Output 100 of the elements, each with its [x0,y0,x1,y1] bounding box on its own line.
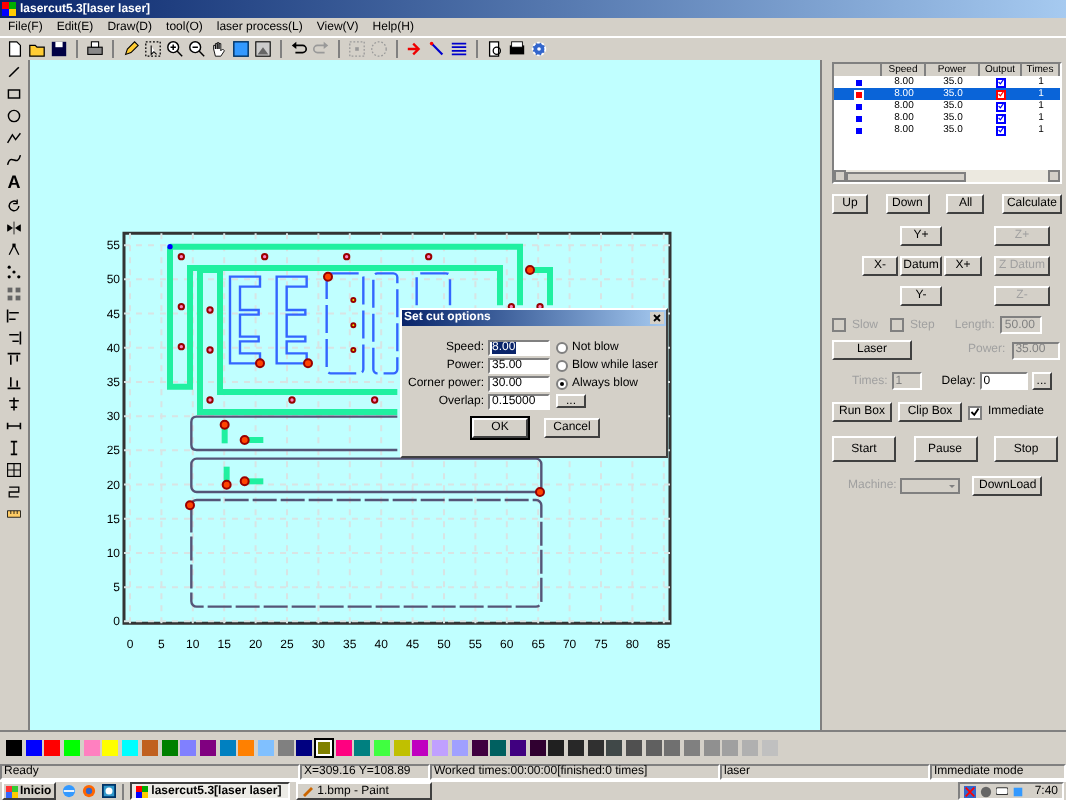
checkbox[interactable] [968,405,982,419]
dotted-frame-icon[interactable] [370,40,388,58]
dots-icon[interactable] [6,264,22,280]
output-checkbox[interactable] [996,77,1006,87]
array-icon[interactable] [6,286,22,302]
radio-button[interactable] [556,360,568,372]
horizontal-scrollbar[interactable] [834,170,1060,182]
measure-icon[interactable] [6,506,22,522]
select-icon[interactable] [144,40,162,58]
zoom-out-icon[interactable] [188,40,206,58]
color-swatch[interactable] [238,740,255,756]
output-checkbox[interactable] [996,101,1006,111]
color-swatch[interactable] [161,740,177,756]
radio-button[interactable] [556,342,568,354]
color-swatch[interactable] [626,740,642,756]
color-swatch[interactable] [451,740,468,756]
color-swatch[interactable] [490,740,507,756]
color-swatch[interactable] [335,740,352,756]
color-swatch[interactable] [529,740,546,756]
same-height-icon[interactable] [6,440,22,456]
color-swatch[interactable] [703,740,720,756]
color-swatch[interactable] [354,740,371,756]
color-swatch[interactable] [684,740,701,756]
color-swatch[interactable] [277,740,294,756]
color-swatch[interactable] [587,740,604,756]
message-icon[interactable] [996,785,1009,797]
rectangle-tool-icon[interactable] [6,86,22,102]
same-width-icon[interactable] [6,418,22,434]
card-icon[interactable] [508,40,526,58]
color-swatch[interactable] [44,740,61,756]
new-file-icon[interactable] [6,40,24,58]
color-swatch[interactable] [316,740,332,756]
desktop-icon[interactable] [101,784,116,798]
undo-icon[interactable] [290,40,308,58]
gear-icon[interactable] [530,40,548,58]
mirror-icon[interactable] [6,220,22,236]
output-checkbox[interactable] [996,113,1006,123]
color-swatch[interactable] [25,740,42,756]
node-edit-icon[interactable] [6,242,22,258]
circle-tool-icon[interactable] [6,108,22,124]
color-swatch[interactable] [296,740,313,756]
column-header[interactable] [834,64,882,76]
speaker-icon[interactable] [980,785,993,797]
color-swatch[interactable] [664,740,681,756]
output-checkbox[interactable] [996,125,1006,135]
color-swatch[interactable] [374,740,391,756]
cut-order-icon[interactable] [6,484,22,500]
align-top-icon[interactable] [6,352,22,368]
color-swatch[interactable] [567,740,584,756]
color-swatch[interactable] [761,740,778,756]
rotate-icon[interactable] [6,198,22,214]
color-swatch[interactable] [606,740,623,756]
marker-dot [350,322,357,329]
color-swatch[interactable] [83,740,100,756]
color-swatch[interactable] [722,740,739,756]
color-swatch[interactable] [141,740,158,756]
save-icon[interactable] [50,40,68,58]
color-swatch[interactable] [102,740,119,756]
center-icon[interactable] [6,396,22,412]
square-icon[interactable] [232,40,250,58]
picture-icon[interactable] [254,40,272,58]
color-swatch[interactable] [548,740,565,756]
network-error-icon[interactable] [964,785,977,797]
polyline-tool-icon[interactable] [6,130,22,146]
color-swatch[interactable] [412,740,429,756]
color-swatch[interactable] [393,740,410,756]
dotted-grid-icon[interactable] [348,40,366,58]
grid-icon[interactable] [6,462,22,478]
print-icon[interactable] [86,40,104,58]
color-swatch[interactable] [122,740,139,756]
color-swatch[interactable] [219,740,236,756]
color-swatch[interactable] [64,740,81,756]
output-checkbox[interactable] [996,89,1006,99]
browser-icon[interactable] [61,784,76,798]
color-swatch[interactable] [471,740,487,756]
color-swatch[interactable] [645,740,662,756]
zoom-in-icon[interactable] [166,40,184,58]
close-icon[interactable] [650,312,664,324]
align-bottom-icon[interactable] [6,374,22,390]
radio-button[interactable] [556,378,568,390]
text-tool-glyph[interactable]: A [7,174,21,192]
line-tool-icon[interactable] [6,64,22,80]
list-icon[interactable] [450,40,468,58]
color-swatch[interactable] [6,740,22,756]
align-left-icon[interactable] [6,308,22,324]
curve-tool-icon[interactable] [6,152,22,168]
preview-icon[interactable] [486,40,504,58]
color-swatch[interactable] [509,740,526,756]
color-swatch[interactable] [180,740,197,756]
align-right-icon[interactable] [6,330,22,346]
arrow-icon[interactable] [406,40,424,58]
globe-icon[interactable] [81,784,96,798]
color-swatch[interactable] [199,740,216,756]
wand-icon[interactable] [428,40,446,58]
color-swatch[interactable] [432,740,449,756]
app-icon [2,2,16,16]
color-swatch[interactable] [257,740,274,756]
color-swatch[interactable] [742,740,759,756]
hand-icon[interactable] [210,40,228,58]
marker-dot [206,306,214,314]
